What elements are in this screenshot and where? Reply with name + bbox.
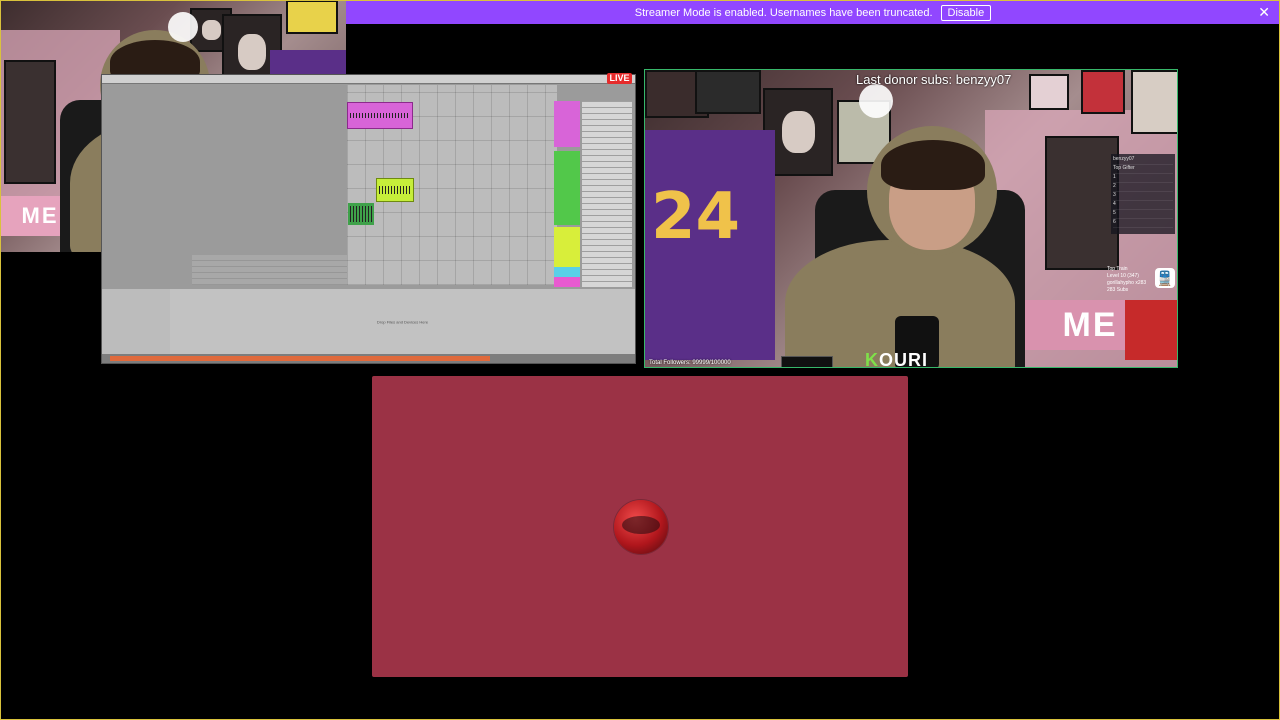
streamer-mode-banner: Streamer Mode is enabled. Usernames have… bbox=[346, 1, 1280, 24]
train-line: 283 Subs bbox=[1107, 287, 1129, 293]
jersey: 24 bbox=[645, 130, 775, 360]
leaderboard-row: 4 bbox=[1113, 201, 1173, 210]
track-color-strip[interactable] bbox=[554, 151, 580, 225]
chat-box bbox=[781, 356, 833, 367]
daw-status-bar bbox=[102, 354, 635, 363]
drop-hint: Drop Files and Devices Here bbox=[376, 319, 429, 325]
poster bbox=[1029, 74, 1069, 110]
mixer-controls[interactable] bbox=[582, 101, 632, 287]
daw-track-area[interactable] bbox=[192, 255, 347, 285]
daw-device-browser[interactable] bbox=[102, 289, 171, 355]
audio-clip[interactable] bbox=[348, 203, 374, 225]
participant-tile[interactable] bbox=[372, 376, 908, 677]
ring-light bbox=[859, 84, 893, 118]
track-color-strip[interactable] bbox=[554, 277, 580, 287]
brand-prefix: K bbox=[865, 350, 879, 368]
live-badge: LIVE bbox=[607, 73, 632, 84]
train-icon: 🚆 bbox=[1155, 268, 1175, 288]
train-line: gorillahypho x283 bbox=[1107, 280, 1147, 286]
track-color-strip[interactable] bbox=[554, 267, 580, 277]
poster bbox=[1081, 70, 1125, 114]
track-color-strip[interactable] bbox=[554, 227, 580, 267]
followers-text: Total Followers: 99999/100000 bbox=[649, 360, 731, 366]
streamer-hood bbox=[867, 126, 997, 256]
donor-text: Last donor subs: benzyy07 bbox=[856, 72, 1012, 87]
poster bbox=[4, 60, 56, 184]
hype-train-text: Top Train Level 10 (347) gorillahypho x2… bbox=[1107, 266, 1146, 294]
daw-device-view[interactable]: Drop Files and Devices Here bbox=[170, 289, 635, 355]
poster bbox=[695, 70, 761, 114]
poster bbox=[286, 0, 338, 34]
leaderboard-row: benzyy07 bbox=[1113, 156, 1173, 165]
disable-button[interactable]: Disable bbox=[940, 4, 992, 21]
train-line: Level 10 (347) bbox=[1107, 273, 1139, 279]
webcam-main[interactable]: 24 ME Last donor subs: benzyy07 benzyy07… bbox=[644, 69, 1178, 368]
close-icon[interactable]: ✕ bbox=[1258, 5, 1270, 19]
leaderboard-row: 3 bbox=[1113, 192, 1173, 201]
midi-clip[interactable] bbox=[347, 102, 413, 129]
daw-window: Drop Files and Devices Here bbox=[101, 74, 636, 364]
leaderboard-row: 6 bbox=[1113, 219, 1173, 228]
track-color-strip[interactable] bbox=[554, 101, 580, 147]
leaderboard-row: Top Gifter bbox=[1113, 165, 1173, 174]
avatar[interactable] bbox=[614, 500, 668, 554]
shoe bbox=[1125, 300, 1177, 360]
leaderboard-row: 5 bbox=[1113, 210, 1173, 219]
poster bbox=[1045, 136, 1119, 270]
brand-rest: OURI bbox=[879, 350, 928, 368]
banner-message: Streamer Mode is enabled. Usernames have… bbox=[634, 6, 933, 19]
status-progress bbox=[110, 356, 490, 361]
leaderboard: benzyy07 Top Gifter 1 2 3 4 5 6 bbox=[1111, 154, 1175, 234]
poster bbox=[1131, 70, 1177, 134]
daw-mixer[interactable] bbox=[554, 101, 634, 287]
ring-light bbox=[168, 12, 198, 42]
leaderboard-row: 2 bbox=[1113, 183, 1173, 192]
train-line: Top Train bbox=[1107, 266, 1128, 272]
daw-toolbar[interactable] bbox=[102, 75, 635, 84]
audio-clip[interactable] bbox=[376, 178, 414, 202]
leaderboard-row: 1 bbox=[1113, 174, 1173, 183]
brand-logo: KOURI bbox=[865, 350, 928, 368]
